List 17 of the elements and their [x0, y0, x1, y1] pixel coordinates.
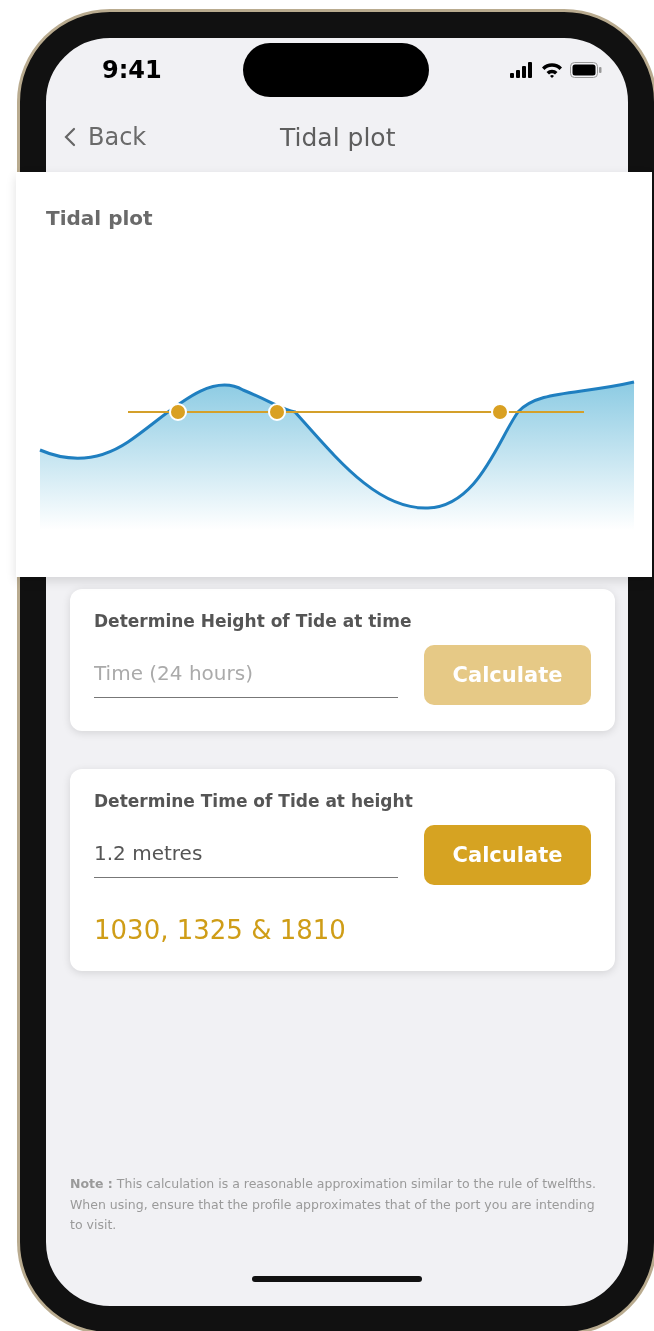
signal-icon	[510, 62, 534, 78]
result-text: 1030, 1325 & 1810	[94, 915, 347, 945]
back-button[interactable]: Back	[64, 123, 147, 151]
intersection-point	[491, 403, 509, 421]
note-text: Note : This calculation is a reasonable approximation similar to the rule of twelfths. When using, ensure that the profile approximates that of the port you are intending to visit.	[70, 1175, 597, 1235]
plot-title: Tidal plot	[45, 205, 154, 230]
chevron-left-icon	[64, 127, 76, 147]
battery-icon	[570, 62, 602, 78]
input-field[interactable]: 1.2 metres	[94, 832, 398, 878]
calculator-title: Determine Height of Tide at time	[94, 611, 413, 631]
wifi-icon	[541, 62, 563, 78]
input-field[interactable]: Time (24 hours)	[94, 652, 398, 698]
intersection-point	[268, 403, 286, 421]
intersection-point	[169, 403, 187, 421]
screen-title: Tidal plot	[280, 122, 396, 152]
calculator-title: Determine Time of Tide at height	[94, 791, 414, 811]
status-time: 9:41	[102, 56, 162, 84]
